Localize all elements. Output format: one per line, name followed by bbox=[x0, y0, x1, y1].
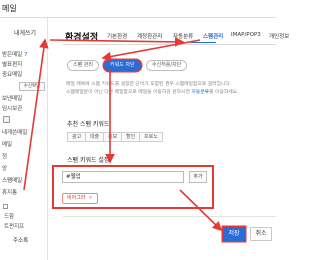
sidebar-item-important[interactable]: 중요메일 bbox=[2, 70, 22, 78]
recommended-keyword[interactable]: 대출 bbox=[85, 132, 105, 142]
sidebar-item-bottom-1[interactable]: 드함 bbox=[4, 212, 14, 220]
receipt-check-button[interactable]: 수신확인 bbox=[19, 82, 45, 91]
unread-count: 7 bbox=[24, 52, 28, 58]
sidebar-item-self[interactable]: 내게쓴메일 bbox=[2, 128, 27, 136]
keyword-tag-label: 비아그라 bbox=[67, 195, 86, 201]
recommended-keywords-title: 추천 스팸 키워드 bbox=[67, 121, 110, 128]
remove-tag-icon[interactable]: × bbox=[88, 195, 92, 201]
tab-imap-pop3[interactable]: IMAP/POP3 bbox=[231, 32, 261, 38]
description-line-2: 스팸메일분이 아닌 다른 메일함으로 메일을 이동하길 원하시면 자동분류를 이… bbox=[66, 90, 239, 95]
top-bar: 메일 bbox=[0, 0, 276, 18]
tab-privacy[interactable]: 개인정보 bbox=[269, 32, 289, 40]
divider bbox=[63, 44, 276, 45]
page-title: 환경설정 bbox=[65, 33, 99, 43]
spam-keyword-title: 스팸 키워드 설정 bbox=[67, 157, 110, 164]
divider bbox=[63, 216, 276, 217]
sidebar-item-trash[interactable]: 휴지통 bbox=[2, 188, 17, 196]
tab-auto-sort[interactable]: 자동분류 bbox=[173, 32, 193, 40]
sidebar-item-spam[interactable]: 스팸메일 bbox=[2, 176, 22, 184]
subtab-spam-manage[interactable]: 스팸 관리 bbox=[67, 60, 99, 71]
sidebar: 내게쓰기 받은메일 7 별표편지 중요메일 수신확인 보낸메일 임시보관 내게쓴… bbox=[0, 18, 48, 260]
sidebar-item-misc-2[interactable]: 정 bbox=[2, 152, 7, 160]
recommended-keyword[interactable]: 할인 bbox=[121, 132, 141, 142]
tab-basic[interactable]: 기본환경 bbox=[107, 32, 127, 40]
auto-sort-link[interactable]: 자동분류 bbox=[191, 90, 209, 95]
keyword-tag: 비아그라 × bbox=[62, 193, 98, 204]
save-button[interactable]: 저장 bbox=[223, 227, 245, 241]
subtab-keyword-block[interactable]: 키워드 차단 bbox=[104, 60, 141, 71]
cancel-button[interactable]: 취소 bbox=[250, 227, 272, 241]
recommended-keyword[interactable]: 프로노 bbox=[139, 132, 163, 142]
description-line-1: 메일 제목에 스팸 키워드를 설정한 단어가 포함된 경우 스팸메일함으로 걸러… bbox=[66, 82, 232, 87]
recommended-keyword[interactable]: 홍보 bbox=[103, 132, 123, 142]
write-to-self-button[interactable]: 내게쓰기 bbox=[14, 28, 36, 37]
settings-icon[interactable] bbox=[3, 116, 10, 123]
sidebar-item-bottom-2[interactable]: 트펀지프 bbox=[4, 222, 24, 230]
sidebar-item-label: 받은메일 bbox=[2, 52, 23, 58]
address-book-link[interactable]: 주소록 bbox=[13, 236, 28, 244]
sidebar-item-sent[interactable]: 보낸메일 bbox=[2, 94, 22, 102]
tab-spam[interactable]: 스팸관리 bbox=[203, 32, 223, 40]
sidebar-item-starred[interactable]: 별표편지 bbox=[2, 60, 22, 68]
recommended-keyword[interactable]: 광고 bbox=[67, 132, 87, 142]
sidebar-item-drafts[interactable]: 임시보관 bbox=[2, 104, 22, 112]
sidebar-item-misc-1[interactable]: 메일 bbox=[2, 140, 12, 148]
settings-panel: 환경설정 기본환경 계정환관리 자동분류 스팸관리 IMAP/POP3 개인정보… bbox=[49, 18, 289, 260]
description: 메일 제목에 스팸 키워드를 설정한 단어가 포함된 경우 스팸메일함으로 걸러… bbox=[66, 81, 271, 97]
sidebar-item-inbox[interactable]: 받은메일 7 bbox=[2, 50, 28, 58]
tab-accounts[interactable]: 계정환관리 bbox=[137, 32, 162, 40]
folder-checkbox[interactable] bbox=[3, 204, 8, 209]
active-tab-underline bbox=[191, 42, 216, 43]
add-keyword-button[interactable]: 추가 bbox=[189, 171, 207, 183]
keyword-input[interactable]: #웹업 bbox=[62, 171, 184, 183]
sidebar-item-misc-3[interactable]: 앙 bbox=[2, 164, 7, 172]
app-title: 메일 bbox=[2, 4, 17, 13]
subtab-allow-block[interactable]: 수신허용/차단 bbox=[146, 60, 188, 71]
